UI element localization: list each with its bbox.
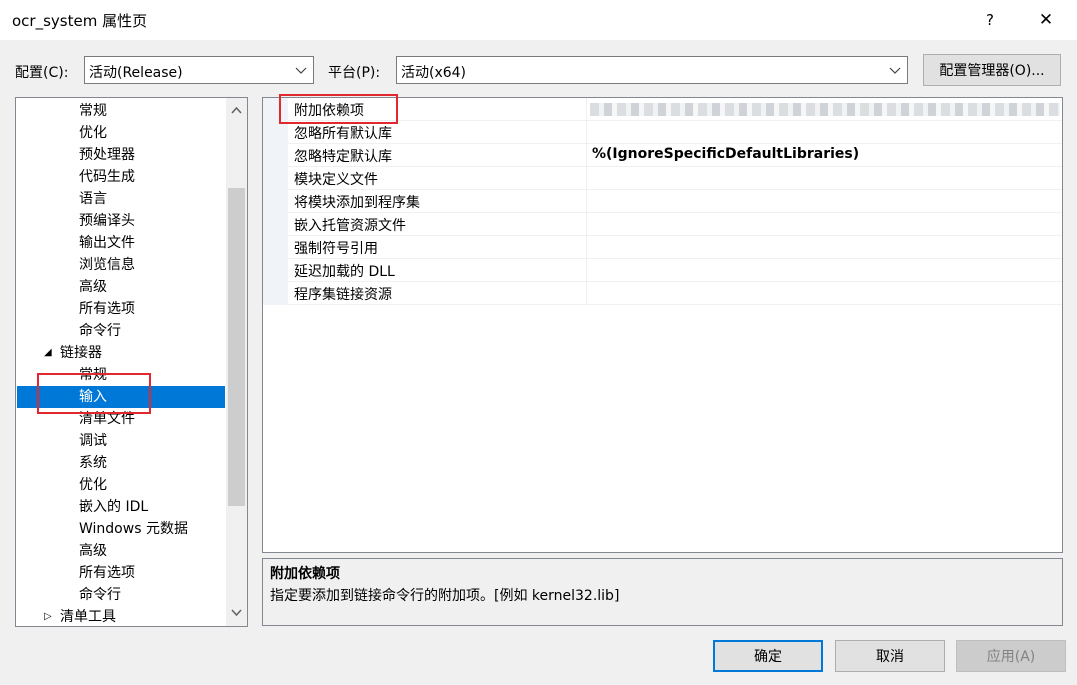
property-grid[interactable]: 附加依赖项 忽略所有默认库 忽略特定默认库 %(IgnoreSpecificDe… — [262, 97, 1063, 553]
grid-gutter — [263, 98, 288, 305]
close-button[interactable]: ✕ — [1024, 4, 1068, 36]
property-name: 延迟加载的 DLL — [294, 264, 395, 280]
column-divider — [586, 167, 587, 190]
property-row[interactable]: 忽略所有默认库 — [288, 121, 1062, 144]
property-row[interactable]: 强制符号引用 — [288, 236, 1062, 259]
column-divider — [586, 259, 587, 282]
tree-item[interactable]: 预编译头 — [79, 210, 135, 232]
property-name: 忽略特定默认库 — [294, 149, 392, 165]
description-title: 附加依赖项 — [270, 566, 340, 582]
title-bar — [0, 0, 1077, 40]
tree-item[interactable]: 浏览信息 — [79, 254, 135, 276]
column-divider — [586, 121, 587, 144]
tree-item[interactable]: 命令行 — [79, 584, 121, 606]
scroll-up-icon[interactable] — [230, 104, 243, 117]
tree-item[interactable]: 高级 — [79, 276, 107, 298]
property-name: 模块定义文件 — [294, 172, 378, 188]
property-name: 将模块添加到程序集 — [294, 195, 420, 211]
scrollbar-thumb[interactable] — [228, 188, 245, 506]
tree-item[interactable]: 优化 — [79, 474, 107, 496]
property-row[interactable]: 模块定义文件 — [288, 167, 1062, 190]
column-divider — [586, 98, 587, 121]
help-button[interactable]: ? — [970, 4, 1010, 36]
tree-item[interactable]: 嵌入的 IDL — [79, 496, 148, 518]
tree-item[interactable]: 预处理器 — [79, 144, 135, 166]
property-row-additional-dependencies[interactable]: 附加依赖项 — [288, 98, 1062, 121]
property-tree[interactable]: 常规 优化 预处理器 代码生成 语言 预编译头 输出文件 浏览信息 高级 所有选… — [15, 97, 248, 627]
property-name: 嵌入托管资源文件 — [294, 218, 406, 234]
property-row[interactable]: 延迟加载的 DLL — [288, 259, 1062, 282]
tree-item[interactable]: 输出文件 — [79, 232, 135, 254]
column-divider — [586, 144, 587, 167]
tree-item[interactable]: Windows 元数据 — [79, 518, 188, 540]
tree-item[interactable]: 调试 — [79, 430, 107, 452]
scroll-down-icon[interactable] — [230, 606, 243, 619]
tree-item-linker[interactable]: 链接器 — [60, 342, 102, 364]
tree-item[interactable]: 语言 — [79, 188, 107, 210]
configuration-dropdown[interactable]: 活动(Release) — [84, 56, 314, 84]
tree-item[interactable]: 优化 — [79, 122, 107, 144]
chevron-down-icon — [295, 67, 307, 74]
description-panel: 附加依赖项 指定要添加到链接命令行的附加项。[例如 kernel32.lib] — [262, 558, 1063, 626]
column-divider — [586, 213, 587, 236]
property-value[interactable]: %(IgnoreSpecificDefaultLibraries) — [592, 146, 859, 162]
column-divider — [586, 236, 587, 259]
window-title: ocr_system 属性页 — [12, 12, 148, 30]
property-name: 程序集链接资源 — [294, 287, 392, 303]
property-name: 忽略所有默认库 — [294, 126, 392, 142]
configuration-value: 活动(Release) — [89, 65, 183, 81]
tree-item[interactable]: 代码生成 — [79, 166, 135, 188]
chevron-down-icon — [889, 67, 901, 74]
highlight-annotation — [37, 373, 151, 414]
expanded-triangle-icon[interactable]: ◢ — [44, 342, 52, 364]
configuration-label: 配置(C): — [15, 65, 69, 81]
tree-item[interactable]: 所有选项 — [79, 562, 135, 584]
tree-item[interactable]: 命令行 — [79, 320, 121, 342]
platform-dropdown[interactable]: 活动(x64) — [396, 56, 908, 84]
tree-scrollbar[interactable] — [226, 98, 247, 626]
description-text: 指定要添加到链接命令行的附加项。[例如 kernel32.lib] — [270, 588, 620, 604]
ok-button[interactable]: 确定 — [713, 640, 823, 672]
cancel-button[interactable]: 取消 — [835, 640, 945, 672]
tree-item[interactable]: 所有选项 — [79, 298, 135, 320]
property-row[interactable]: 将模块添加到程序集 — [288, 190, 1062, 213]
configuration-manager-button[interactable]: 配置管理器(O)... — [923, 54, 1061, 86]
property-row[interactable]: 忽略特定默认库 %(IgnoreSpecificDefaultLibraries… — [288, 144, 1062, 167]
column-divider — [586, 282, 587, 305]
property-name: 强制符号引用 — [294, 241, 378, 257]
redacted-value[interactable] — [590, 103, 1060, 116]
column-divider — [586, 190, 587, 213]
tree-item[interactable]: 系统 — [79, 452, 107, 474]
property-row[interactable]: 嵌入托管资源文件 — [288, 213, 1062, 236]
tree-item-manifest-tool[interactable]: 清单工具 — [60, 606, 116, 626]
platform-value: 活动(x64) — [401, 65, 467, 81]
property-row[interactable]: 程序集链接资源 — [288, 282, 1062, 305]
collapsed-triangle-icon[interactable]: ▷ — [44, 606, 52, 626]
apply-button[interactable]: 应用(A) — [956, 640, 1066, 672]
platform-label: 平台(P): — [328, 65, 381, 81]
tree-item[interactable]: 常规 — [79, 100, 107, 122]
highlight-annotation — [279, 94, 398, 124]
tree-item[interactable]: 高级 — [79, 540, 107, 562]
